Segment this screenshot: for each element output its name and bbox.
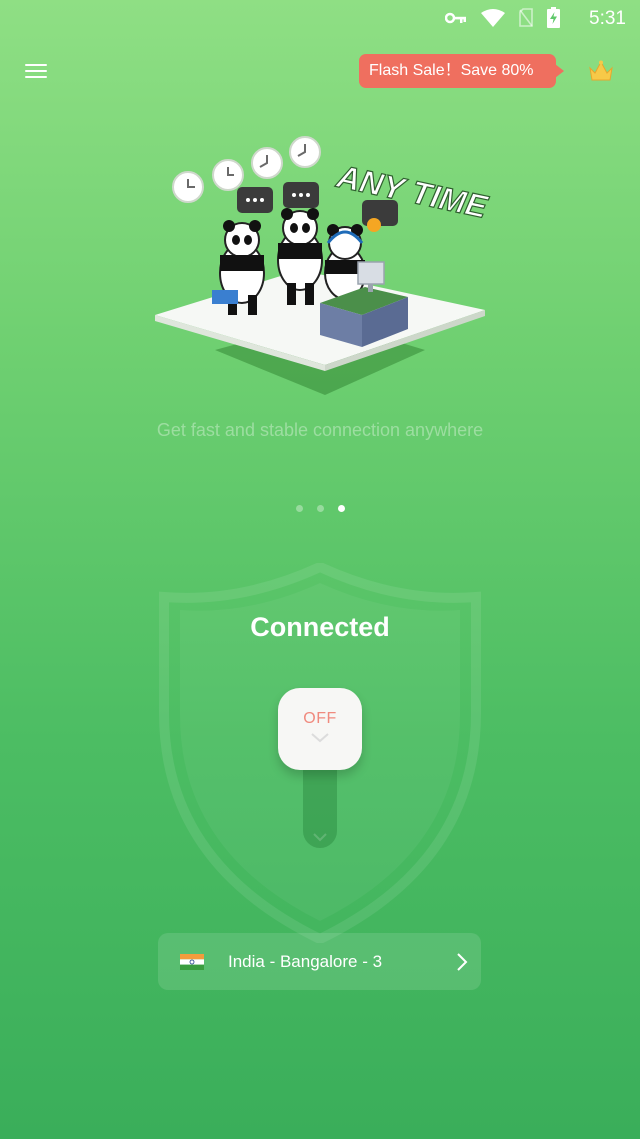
status-time: 5:31: [589, 8, 626, 29]
india-flag-icon: [180, 954, 204, 970]
connection-toggle-button[interactable]: OFF: [278, 688, 362, 770]
page-dot[interactable]: [295, 505, 303, 512]
wifi-icon: [481, 8, 505, 27]
toggle-label: OFF: [303, 710, 337, 727]
hamburger-menu-icon[interactable]: [22, 64, 50, 78]
server-selector[interactable]: India - Bangalore - 3: [158, 933, 481, 990]
carousel-page-indicator: [0, 505, 640, 512]
chevron-down-icon: [313, 833, 327, 842]
battery-charging-icon: [547, 7, 560, 28]
status-icons: [445, 7, 560, 28]
chevron-right-icon: [457, 953, 468, 971]
crown-icon[interactable]: [588, 60, 614, 82]
any-time-illustration: ANY TIME: [155, 136, 493, 395]
carousel-tagline: Get fast and stable connection anywhere: [156, 420, 484, 440]
no-sim-icon: [519, 8, 533, 27]
page-dot[interactable]: [316, 505, 324, 512]
server-name: India - Bangalore - 3: [228, 952, 383, 971]
flash-sale-button[interactable]: Flash Sale！Save 80%: [359, 54, 564, 88]
page-dot-active[interactable]: [337, 505, 345, 512]
chevron-down-icon: [311, 733, 329, 743]
menu-button[interactable]: [22, 60, 50, 84]
any-time-text: ANY TIME: [333, 158, 492, 225]
status-bar: 5:31: [0, 0, 640, 38]
vpn-key-icon: [445, 12, 466, 23]
connection-status: Connected: [250, 612, 390, 642]
